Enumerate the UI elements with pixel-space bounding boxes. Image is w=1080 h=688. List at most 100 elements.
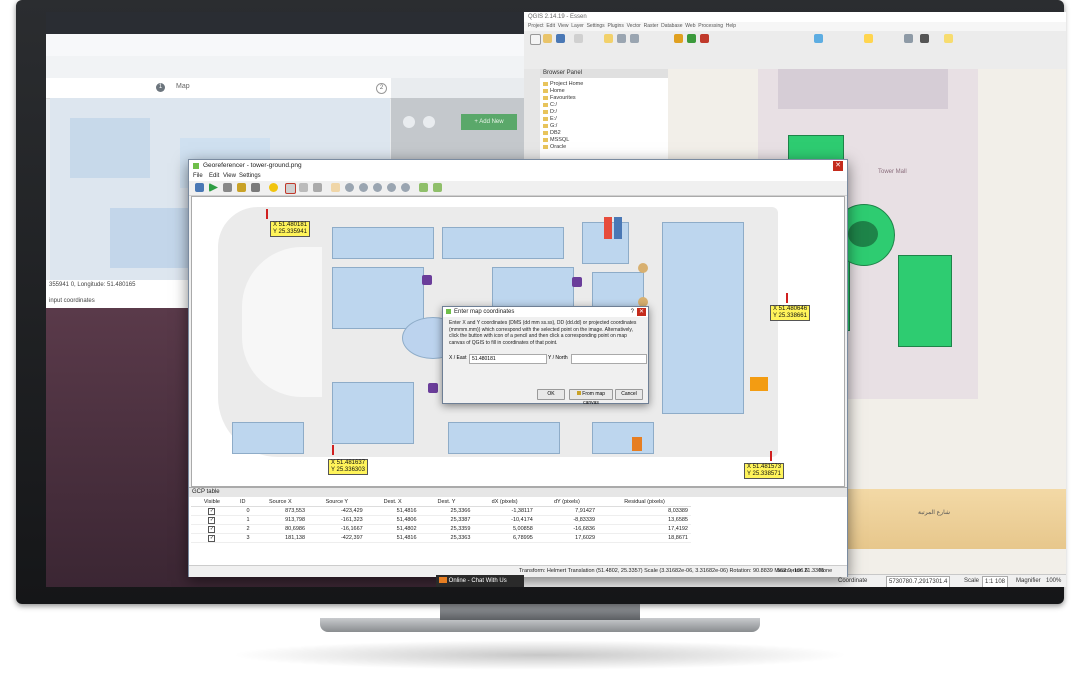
menu-file[interactable]: File [193,172,203,181]
zoom-layer-icon[interactable] [373,183,382,192]
qgis-menu-web[interactable]: Web [685,23,695,29]
start-georeferencing-icon[interactable] [209,183,218,192]
cell-dest-y[interactable]: 25,3387 [419,515,474,525]
map-tab[interactable]: Map [176,83,190,90]
step-one-badge[interactable]: 1 [156,83,165,92]
qgis-menu-database[interactable]: Database [661,23,682,29]
menu-edit[interactable]: Edit [209,172,219,181]
column-header[interactable]: Source Y [308,498,366,507]
browser-item[interactable]: MSSQL [540,137,668,144]
link-georeferencer-icon[interactable] [419,183,428,192]
cell-source-x[interactable]: 873,553 [252,506,309,516]
column-header[interactable]: dY (pixels) [535,498,599,507]
pan-icon[interactable] [604,34,613,43]
qgis-menu-help[interactable]: Help [726,23,736,29]
qgis-menu-settings[interactable]: Settings [587,23,605,29]
step-two-badge[interactable]: 2 [376,83,387,94]
select-icon[interactable] [814,34,823,43]
cell-source-x[interactable]: 913,798 [252,515,309,525]
gcp-label-3[interactable]: X 51.481573 Y 25.338571 [744,463,785,479]
pan-icon[interactable] [331,183,340,192]
close-icon[interactable]: ✕ [637,308,646,316]
table-row[interactable]: ✓ 1 913,798 -161,323 51,4806 25,3387 -10… [191,515,691,525]
qgis-menu-edit[interactable]: Edit [546,23,555,29]
zoom-out-icon[interactable] [630,34,639,43]
menu-settings[interactable]: Settings [239,172,261,181]
visible-checkbox[interactable]: ✓ [191,524,233,534]
cell-source-y[interactable]: -422,397 [308,533,366,543]
zoom-next-icon[interactable] [401,183,410,192]
generate-script-icon[interactable] [223,183,232,192]
print-icon[interactable] [574,34,583,43]
link-qgis-icon[interactable] [433,183,442,192]
label-icon[interactable] [944,34,953,43]
layers-icon[interactable] [403,116,415,128]
layer-icon[interactable] [687,34,696,43]
cell-dest-x[interactable]: 51,4816 [365,533,420,543]
visible-checkbox[interactable]: ✓ [191,533,233,543]
cell-dest-x[interactable]: 51,4802 [365,524,420,534]
qgis-menu-project[interactable]: Project [528,23,544,29]
delete-point-icon[interactable] [299,183,308,192]
cell-dest-x[interactable]: 51,4806 [365,515,420,525]
zoom-in-icon[interactable] [345,183,354,192]
gcp-label-0[interactable]: X 51.480181 Y 25.335941 [270,221,311,237]
visible-checkbox[interactable]: ✓ [191,515,233,525]
gcp-marker[interactable] [786,293,788,303]
qgis-menu-plugins[interactable]: Plugins [607,23,623,29]
measure-icon[interactable] [904,34,913,43]
open-raster-icon[interactable] [195,183,204,192]
column-header[interactable]: Residual (pixels) [598,498,691,507]
help-icon[interactable]: ? [631,307,634,317]
gcp-marker[interactable] [770,451,772,461]
load-gcp-icon[interactable] [251,183,260,192]
pin-icon[interactable] [423,116,435,128]
remove-icon[interactable] [700,34,709,43]
browser-item[interactable]: E:/ [540,116,668,123]
settings-icon[interactable] [237,183,246,192]
cell-dest-y[interactable]: 25,3359 [419,524,474,534]
qgis-menu-raster[interactable]: Raster [644,23,659,29]
column-header[interactable]: Dest. Y [419,498,474,507]
magnifier-value[interactable]: 100% [1046,575,1061,587]
from-map-canvas-button[interactable]: From map canvas [569,389,613,406]
browser-item[interactable]: G:/ [540,123,668,130]
zoom-last-icon[interactable] [387,183,396,192]
transform-settings-icon[interactable] [269,183,278,192]
y-north-input[interactable] [571,354,647,364]
browser-item[interactable]: C:/ [540,102,668,109]
qgis-menu-view[interactable]: View [558,23,569,29]
scale-input[interactable]: 1:1 108 [982,576,1009,587]
browser-item[interactable]: Home [540,88,668,95]
browser-item[interactable]: Project Home [540,81,668,88]
gcp-label-1[interactable]: X 51.480646 Y 25.338661 [770,305,811,321]
menu-view[interactable]: View [223,172,236,181]
cell-dest-x[interactable]: 51,4816 [365,506,420,516]
column-header[interactable]: ID [232,498,253,507]
identify-icon[interactable] [674,34,683,43]
add-point-icon[interactable] [285,183,296,194]
statistics-icon[interactable] [920,34,929,43]
close-icon[interactable]: ✕ [833,161,843,171]
visible-checkbox[interactable]: ✓ [191,506,233,516]
column-header[interactable]: Source X [252,498,309,507]
x-east-input[interactable]: 51.480181 [469,354,547,364]
select-feature-icon[interactable] [864,34,873,43]
browser-item[interactable]: Oracle [540,144,668,151]
add-new-button[interactable]: + Add New [461,114,517,130]
crs-status[interactable]: None [819,566,832,577]
column-header[interactable]: dX (pixels) [473,498,536,507]
save-project-icon[interactable] [556,34,565,43]
zoom-in-icon[interactable] [617,34,626,43]
cell-dest-y[interactable]: 25,3366 [419,506,474,516]
cancel-button[interactable]: Cancel [615,389,643,400]
table-row[interactable]: ✓ 2 80,6986 -16,1667 51,4802 25,3359 5,0… [191,524,691,534]
gcp-marker[interactable] [266,209,268,219]
cell-source-x[interactable]: 181,138 [252,533,309,543]
qgis-menu-layer[interactable]: Layer [571,23,584,29]
qgis-menu-vector[interactable]: Vector [627,23,641,29]
open-project-icon[interactable] [543,34,552,43]
online-chat-button[interactable]: Online - Chat With Us [436,575,524,587]
browser-item[interactable]: DB2 [540,130,668,137]
column-header[interactable]: Dest. X [365,498,420,507]
